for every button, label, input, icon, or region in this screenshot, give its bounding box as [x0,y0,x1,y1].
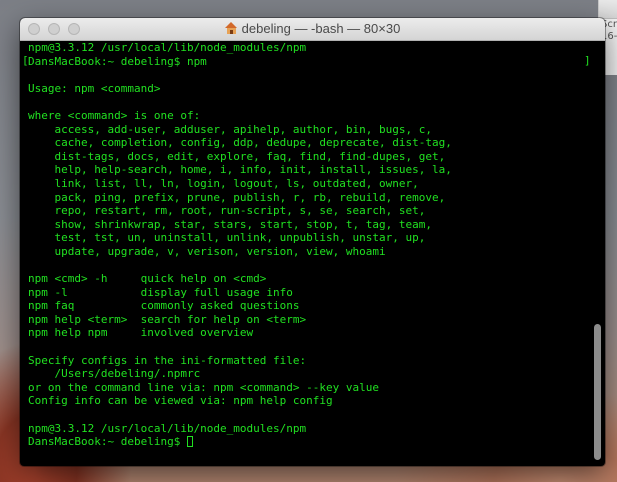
terminal-line: update, upgrade, v, verison, version, vi… [28,244,386,258]
terminal-line: Specify configs in the ini-formatted fil… [28,353,307,367]
terminal-line: show, shrinkwrap, star, stars, start, st… [28,217,432,231]
terminal-line: npm@3.3.12 /usr/local/lib/node_modules/n… [28,41,307,54]
terminal-line: link, list, ll, ln, login, logout, ls, o… [28,176,419,190]
scrollbar[interactable] [594,44,603,464]
terminal-line: Config info can be viewed via: npm help … [28,394,333,408]
terminal-line: npm -l display full usage info [28,285,293,299]
home-icon [224,22,238,34]
terminal-line: test, tst, un, uninstall, unlink, unpubl… [28,231,426,245]
terminal-line: npm help npm involved overview [28,326,254,340]
terminal-line: where <command> is one of: [28,108,201,122]
window-title: debeling — -bash — 80×30 [241,21,401,36]
terminal-window[interactable]: debeling — -bash — 80×30 npm@3.3.12 /usr… [20,18,605,466]
terminal-line: repo, restart, rm, root, run-script, s, … [28,204,426,218]
terminal-line: access, add-user, adduser, apihelp, auth… [28,122,432,136]
prompt-mark-right: ] [584,54,591,67]
terminal-line: help, help-search, home, i, info, init, … [28,163,452,177]
terminal-line: cache, completion, config, ddp, dedupe, … [28,136,452,150]
terminal-output[interactable]: npm@3.3.12 /usr/local/lib/node_modules/n… [28,41,591,466]
terminal-line: dist-tags, docs, edit, explore, faq, fin… [28,149,446,163]
terminal-line: npm@3.3.12 /usr/local/lib/node_modules/n… [28,421,307,435]
window-title-area: debeling — -bash — 80×30 [20,18,605,40]
title-bar[interactable]: debeling — -bash — 80×30 [20,18,605,41]
terminal-line: Usage: npm <command> [28,81,161,95]
terminal-cursor [186,436,193,448]
terminal-line: npm faq commonly asked questions [28,299,300,313]
scrollbar-thumb[interactable] [594,324,601,460]
terminal-line: npm <cmd> -h quick help on <cmd> [28,272,267,286]
terminal-line: DansMacBook:~ debeling$ npm [28,54,207,68]
terminal-line: /Users/debeling/.npmrc [28,367,201,381]
terminal-line: or on the command line via: npm <command… [28,380,379,394]
terminal-line: npm help <term> search for help on <term… [28,312,307,326]
background-window-titlebar[interactable] [599,0,617,19]
prompt-mark-left: [ [22,54,29,67]
terminal-line: DansMacBook:~ debeling$ [28,435,591,449]
terminal-line: pack, ping, prefix, prune, publish, r, r… [28,190,446,204]
